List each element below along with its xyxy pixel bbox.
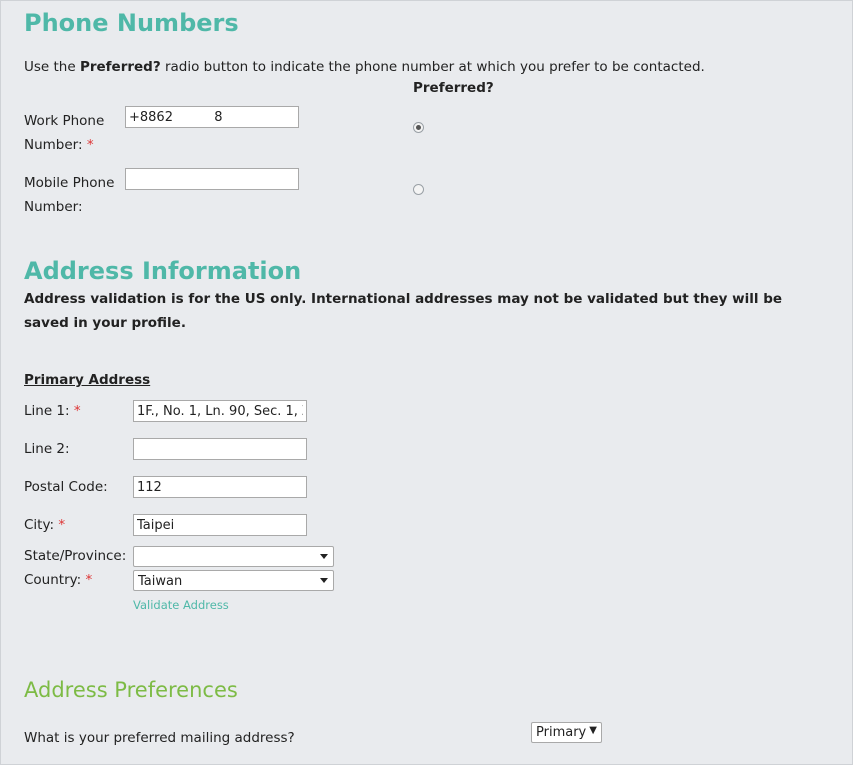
phone-intro-bold: Preferred? (79, 59, 161, 75)
chevron-down-icon (320, 554, 328, 559)
address-preferences-heading: Address Preferences (24, 678, 238, 702)
preferred-mailing-question: What is your preferred mailing address? (24, 730, 295, 746)
mobile-phone-label: Mobile Phone Number: (24, 171, 114, 219)
mobile-phone-label-line1: Mobile Phone (24, 175, 115, 191)
country-label: Country: * (24, 572, 92, 588)
phone-intro-text: Use the Preferred? radio button to indic… (24, 59, 705, 75)
required-marker: * (58, 517, 66, 533)
phone-numbers-heading: Phone Numbers (24, 9, 239, 37)
address-line2-input[interactable] (133, 438, 307, 460)
work-phone-input[interactable] (125, 106, 299, 128)
work-phone-label: Work Phone Number: * (24, 109, 104, 157)
work-phone-label-line2: Number: (24, 137, 83, 153)
address-information-heading: Address Information (24, 257, 302, 285)
line1-label: Line 1: * (24, 403, 81, 419)
address-line1-input[interactable] (133, 400, 307, 422)
country-select[interactable]: Taiwan (133, 570, 334, 591)
preferred-mailing-value: Primary (536, 725, 587, 740)
required-marker: * (73, 403, 81, 419)
preferred-mailing-select[interactable]: Primary ▼ (531, 722, 602, 743)
work-phone-preferred-radio[interactable] (413, 122, 424, 133)
city-label-text: City: (24, 517, 55, 533)
country-label-text: Country: (24, 572, 82, 588)
mobile-phone-preferred-radio[interactable] (413, 184, 424, 195)
postal-code-label: Postal Code: (24, 479, 108, 495)
phone-intro-suffix: radio button to indicate the phone numbe… (160, 59, 705, 75)
work-phone-label-line1: Work Phone (24, 113, 105, 129)
city-label: City: * (24, 517, 65, 533)
line2-label: Line 2: (24, 441, 70, 457)
preferred-column-header: Preferred? (413, 80, 494, 96)
phone-intro-prefix: Use the (24, 59, 80, 75)
line1-label-text: Line 1: (24, 403, 70, 419)
required-marker: * (85, 572, 93, 588)
mobile-phone-label-line2: Number: (24, 199, 83, 215)
triangle-down-icon: ▼ (589, 725, 597, 736)
validate-address-link[interactable]: Validate Address (133, 598, 229, 612)
chevron-down-icon (320, 578, 328, 583)
primary-address-heading: Primary Address (24, 372, 151, 388)
mobile-phone-input[interactable] (125, 168, 299, 190)
state-province-select[interactable] (133, 546, 334, 567)
required-marker: * (86, 137, 94, 153)
country-value: Taiwan (138, 574, 183, 589)
postal-code-input[interactable] (133, 476, 307, 498)
address-validation-note: Address validation is for the US only. I… (24, 291, 783, 331)
city-input[interactable] (133, 514, 307, 536)
state-province-label: State/Province: (24, 548, 127, 564)
